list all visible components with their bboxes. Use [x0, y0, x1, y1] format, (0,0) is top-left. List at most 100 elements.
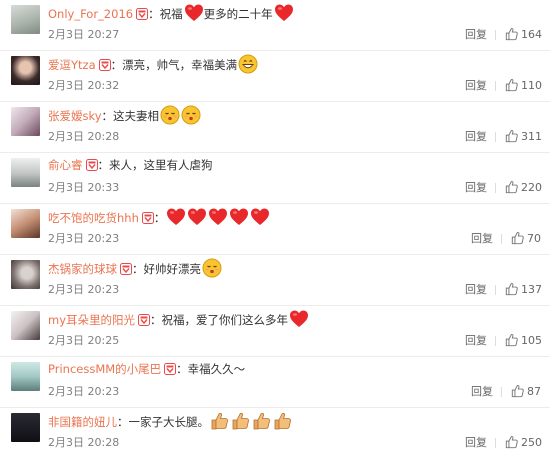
username-link[interactable]: Only_For_2016 — [48, 7, 133, 21]
comment-timestamp: 2月3日 20:23 — [48, 283, 120, 296]
reply-button[interactable]: 回复 — [465, 333, 487, 349]
heart-emoji-icon — [250, 207, 270, 227]
heart-emoji-icon — [184, 3, 204, 23]
comment-item: 非国籍的妞儿：一家子大长腿。 2月3日 20:28 回复 250 — [0, 408, 550, 459]
like-icon — [505, 282, 519, 296]
like-button[interactable]: 250 — [505, 434, 542, 451]
avatar[interactable] — [11, 260, 40, 289]
like-count: 87 — [527, 385, 541, 398]
vip-badge-icon — [120, 263, 132, 275]
avatar[interactable] — [11, 413, 40, 442]
thumbs-up-emoji-icon — [273, 411, 293, 431]
username-link[interactable]: 张爱嫒sky — [48, 109, 102, 123]
avatar[interactable] — [11, 362, 40, 391]
vip-badge-icon — [99, 59, 111, 71]
like-button[interactable]: 87 — [511, 383, 541, 400]
heart-emoji-icon — [166, 207, 186, 227]
heart-emoji-icon — [229, 207, 249, 227]
comment-timestamp: 2月3日 20:28 — [48, 130, 120, 143]
comment-timestamp: 2月3日 20:25 — [48, 334, 120, 347]
avatar[interactable] — [11, 5, 40, 34]
avatar[interactable] — [11, 158, 40, 187]
comment-timestamp: 2月3日 20:23 — [48, 385, 120, 398]
username-link[interactable]: my耳朵里的阳光 — [48, 313, 135, 327]
like-button[interactable]: 137 — [505, 281, 542, 298]
vip-badge-icon — [86, 159, 98, 171]
thumbs-up-emoji-icon — [252, 411, 272, 431]
comment-text: ：好帅好漂亮 — [132, 262, 201, 276]
like-icon — [505, 435, 519, 449]
heart-emoji-icon — [208, 207, 228, 227]
like-count: 250 — [521, 436, 542, 449]
like-count: 70 — [527, 232, 541, 245]
divider — [495, 30, 496, 40]
like-icon — [505, 333, 519, 347]
like-icon — [511, 384, 525, 398]
kiss-emoji-icon — [160, 105, 180, 125]
like-button[interactable]: 105 — [505, 332, 542, 349]
comment-text: ：这夫妻相 — [101, 109, 160, 123]
comment-item: 杰锅家的球球 ：好帅好漂亮 2月3日 20:23 回复 137 — [0, 255, 550, 306]
avatar[interactable] — [11, 56, 40, 85]
comment-timestamp: 2月3日 20:32 — [48, 79, 120, 92]
username-link[interactable]: 非国籍的妞儿 — [48, 415, 117, 429]
comment-text: 更多的二十年 — [203, 7, 273, 21]
like-count: 110 — [521, 79, 542, 92]
like-count: 137 — [521, 283, 542, 296]
like-icon — [505, 129, 519, 143]
like-button[interactable]: 164 — [505, 26, 542, 43]
reply-button[interactable]: 回复 — [471, 384, 493, 400]
divider — [495, 132, 496, 142]
kiss-emoji-icon — [181, 105, 201, 125]
username-link[interactable]: PrincessMM的小尾巴 — [48, 362, 161, 376]
heart-emoji-icon — [274, 3, 294, 23]
reply-button[interactable]: 回复 — [465, 435, 487, 451]
comment-text: ：漂亮，帅气，幸福美满 — [110, 58, 238, 72]
like-button[interactable]: 220 — [505, 179, 542, 196]
reply-button[interactable]: 回复 — [465, 27, 487, 43]
username-link[interactable]: 俞心睿 — [48, 158, 83, 172]
vip-badge-icon — [136, 8, 148, 20]
avatar[interactable] — [11, 311, 40, 340]
divider — [495, 81, 496, 91]
like-count: 220 — [521, 181, 542, 194]
comment-timestamp: 2月3日 20:27 — [48, 28, 120, 41]
divider — [501, 234, 502, 244]
comment-item: 张爱嫒sky：这夫妻相 2月3日 20:28 回复 311 — [0, 102, 550, 153]
vip-badge-icon — [164, 363, 176, 375]
reply-button[interactable]: 回复 — [465, 129, 487, 145]
like-count: 311 — [521, 130, 542, 143]
comment-item: my耳朵里的阳光 ：祝福，爱了你们这么多年 2月3日 20:25 回复 105 — [0, 306, 550, 357]
grin-emoji-icon — [238, 54, 258, 74]
comment-text: ： — [153, 211, 166, 225]
username-link[interactable]: 吃不饱的吃货hhh — [48, 211, 139, 225]
thumbs-up-emoji-icon — [231, 411, 251, 431]
divider — [495, 285, 496, 295]
kiss-emoji-icon — [202, 258, 222, 278]
comment-text: ：幸福久久～ — [176, 362, 246, 376]
comment-timestamp: 2月3日 20:33 — [48, 181, 120, 194]
heart-emoji-icon — [187, 207, 207, 227]
username-link[interactable]: 爱逗Ytza — [48, 58, 96, 72]
like-count: 164 — [521, 28, 542, 41]
comment-text: ：一家子大长腿。 — [117, 415, 209, 429]
reply-button[interactable]: 回复 — [465, 78, 487, 94]
comment-item: Only_For_2016 ：祝福 更多的二十年 2月3日 20:27 回复 164 — [0, 0, 550, 51]
username-link[interactable]: 杰锅家的球球 — [48, 262, 117, 276]
divider — [501, 387, 502, 397]
reply-button[interactable]: 回复 — [465, 282, 487, 298]
like-icon — [505, 78, 519, 92]
reply-button[interactable]: 回复 — [465, 180, 487, 196]
comment-item: PrincessMM的小尾巴 ：幸福久久～ 2月3日 20:23 回复 87 — [0, 357, 550, 408]
like-button[interactable]: 311 — [505, 128, 542, 145]
comment-timestamp: 2月3日 20:23 — [48, 232, 120, 245]
avatar[interactable] — [11, 209, 40, 238]
vip-badge-icon — [142, 212, 154, 224]
avatar[interactable] — [11, 107, 40, 136]
like-button[interactable]: 110 — [505, 77, 542, 94]
like-button[interactable]: 70 — [511, 230, 541, 247]
comment-item: 爱逗Ytza ：漂亮，帅气，幸福美满 2月3日 20:32 回复 110 — [0, 51, 550, 102]
reply-button[interactable]: 回复 — [471, 231, 493, 247]
like-icon — [511, 231, 525, 245]
comment-text: ：来人，这里有人虐狗 — [97, 158, 213, 172]
